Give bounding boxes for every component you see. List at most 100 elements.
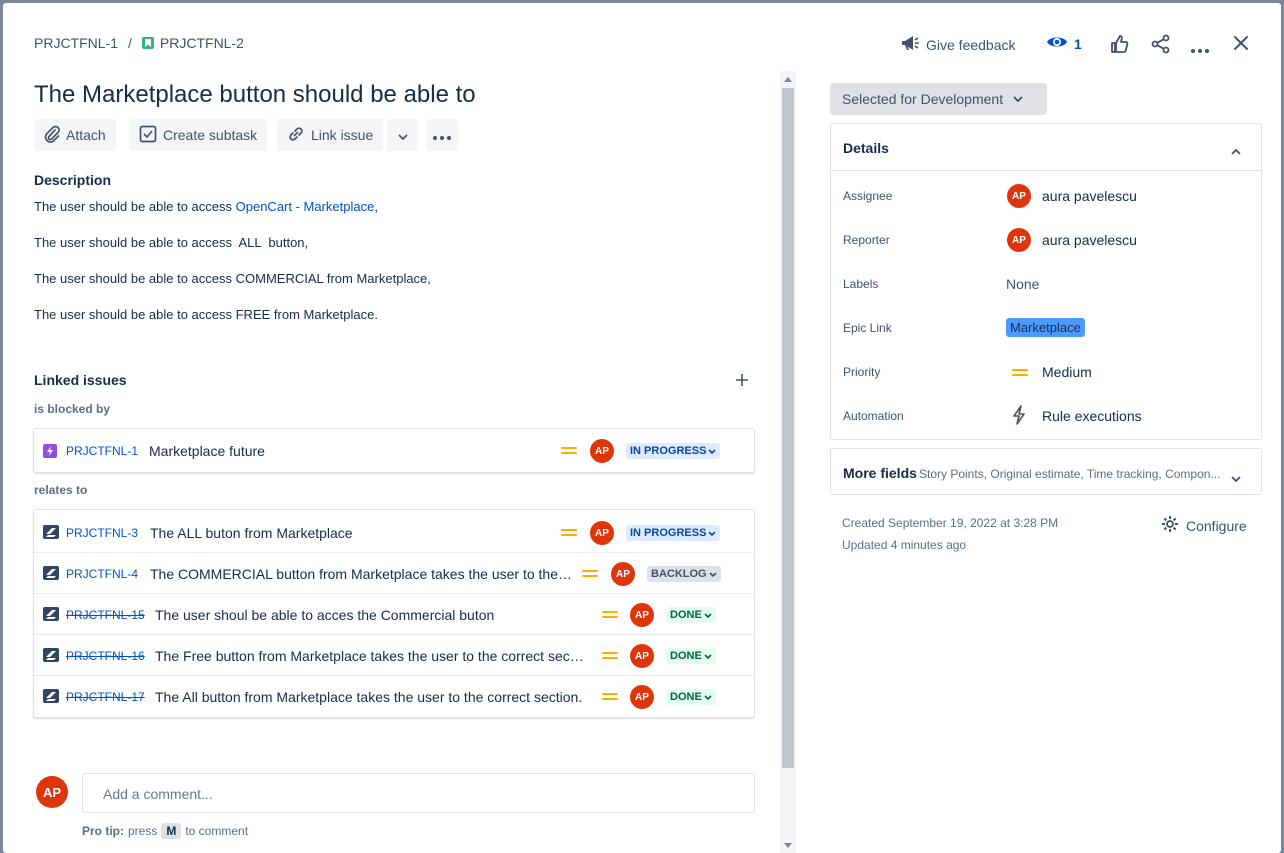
status-label: DONE bbox=[670, 650, 702, 662]
give-feedback-button[interactable]: Give feedback bbox=[900, 34, 1016, 55]
reporter-avatar[interactable]: AP bbox=[1007, 228, 1031, 252]
description-heading: Description bbox=[34, 172, 112, 188]
task-icon bbox=[43, 566, 59, 585]
link-issue-label: Link issue bbox=[311, 127, 374, 143]
breadcrumb-parent-link[interactable]: PRJCTFNL-1 bbox=[34, 35, 118, 51]
description-line-3: The user should be able to access COMMER… bbox=[34, 271, 431, 286]
status-dropdown-label: Selected for Development bbox=[842, 91, 1004, 107]
more-fields-panel[interactable]: More fields Story Points, Original estim… bbox=[830, 448, 1262, 495]
avatar[interactable]: AP bbox=[630, 644, 654, 668]
status-lozenge[interactable]: DONE bbox=[666, 607, 716, 623]
linked-issue-key[interactable]: PRJCTFNL-15 bbox=[66, 608, 145, 622]
configure-button[interactable]: Configure bbox=[1161, 515, 1247, 536]
status-label: IN PROGRESS bbox=[630, 445, 707, 457]
status-dropdown[interactable]: Selected for Development bbox=[830, 83, 1047, 115]
linked-issue-summary[interactable]: Marketplace future bbox=[149, 443, 549, 459]
keyboard-key: M bbox=[161, 823, 182, 839]
priority-value[interactable]: Medium bbox=[1042, 364, 1092, 380]
linked-issue-summary[interactable]: The All button from Marketplace takes th… bbox=[155, 689, 591, 705]
labels-value[interactable]: None bbox=[1006, 276, 1039, 292]
like-button[interactable] bbox=[1109, 34, 1129, 59]
linked-issue-key[interactable]: PRJCTFNL-1 bbox=[66, 444, 138, 458]
priority-medium-icon bbox=[602, 693, 618, 700]
chevron-down-icon bbox=[397, 127, 408, 143]
is-blocked-by-label: is blocked by bbox=[34, 402, 111, 416]
scrollbar[interactable] bbox=[780, 71, 796, 853]
gear-icon bbox=[1161, 515, 1179, 536]
linked-issue-key[interactable]: PRJCTFNL-17 bbox=[66, 690, 145, 704]
epic-link-lozenge[interactable]: Marketplace bbox=[1006, 318, 1085, 337]
priority-medium-icon bbox=[582, 570, 598, 577]
status-lozenge[interactable]: IN PROGRESS bbox=[626, 525, 721, 541]
assignee-value[interactable]: aura pavelescu bbox=[1042, 188, 1137, 204]
chevron-down-icon bbox=[708, 530, 716, 536]
issue-title[interactable]: The Marketplace button should be able to bbox=[34, 81, 476, 109]
status-lozenge[interactable]: DONE bbox=[666, 689, 716, 705]
create-subtask-label: Create subtask bbox=[163, 127, 258, 143]
add-comment-input[interactable]: Add a comment... bbox=[82, 773, 755, 813]
pro-tip-suffix: to comment bbox=[185, 824, 249, 838]
automation-value[interactable]: Rule executions bbox=[1042, 408, 1142, 424]
status-lozenge[interactable]: IN PROGRESS bbox=[626, 443, 721, 459]
status-lozenge[interactable]: BACKLOG bbox=[647, 566, 721, 582]
updated-timestamp: Updated 4 minutes ago bbox=[842, 538, 967, 552]
breadcrumb-separator: / bbox=[128, 35, 132, 51]
linked-issue-row[interactable]: PRJCTFNL-4 The COMMERCIAL button from Ma… bbox=[34, 552, 754, 593]
pro-tip-label: Pro tip: bbox=[82, 824, 124, 838]
reporter-value[interactable]: aura pavelescu bbox=[1042, 232, 1137, 248]
relates-to-label: relates to bbox=[34, 483, 88, 497]
link-issue-dropdown[interactable] bbox=[386, 119, 418, 151]
linked-issue-row[interactable]: PRJCTFNL-17 The All button from Marketpl… bbox=[34, 675, 754, 716]
linked-issue-key[interactable]: PRJCTFNL-3 bbox=[66, 526, 138, 540]
linked-issue-key[interactable]: PRJCTFNL-4 bbox=[66, 567, 138, 581]
linked-issue-key[interactable]: PRJCTFNL-16 bbox=[66, 649, 145, 663]
details-header[interactable]: Details bbox=[831, 124, 1261, 171]
linked-issue-row[interactable]: PRJCTFNL-15 The user shoul be able to ac… bbox=[34, 593, 754, 634]
status-lozenge[interactable]: DONE bbox=[666, 648, 716, 664]
priority-medium-icon bbox=[602, 652, 618, 659]
chevron-down-icon bbox=[708, 448, 716, 454]
avatar[interactable]: AP bbox=[611, 562, 635, 586]
more-actions-button[interactable] bbox=[1190, 41, 1210, 59]
avatar[interactable]: AP bbox=[590, 439, 614, 463]
link-issue-button[interactable]: Link issue bbox=[277, 119, 384, 151]
reporter-label: Reporter bbox=[843, 233, 890, 247]
pro-tip: Pro tip: press M to comment bbox=[82, 823, 248, 839]
avatar[interactable]: AP bbox=[630, 685, 654, 709]
create-subtask-button[interactable]: Create subtask bbox=[129, 119, 268, 151]
plus-icon bbox=[735, 374, 749, 391]
linked-issue-row[interactable]: PRJCTFNL-3 The ALL buton from Marketplac… bbox=[34, 511, 754, 552]
description-body[interactable]: The user should be able to access OpenCa… bbox=[34, 199, 754, 322]
subtask-icon bbox=[139, 125, 157, 146]
linked-issue-summary[interactable]: The COMMERCIAL button from Marketplace t… bbox=[150, 566, 572, 582]
link-icon bbox=[287, 125, 305, 146]
linked-issue-summary[interactable]: The user shoul be able to acces the Comm… bbox=[155, 607, 585, 623]
pro-tip-press: press bbox=[128, 824, 158, 838]
linked-issue-summary[interactable]: The Free button from Marketplace takes t… bbox=[155, 648, 587, 664]
breadcrumb-current-link[interactable]: PRJCTFNL-2 bbox=[141, 35, 244, 51]
opencart-marketplace-link[interactable]: OpenCart - Marketplace bbox=[236, 199, 375, 214]
chevron-down-icon bbox=[704, 653, 712, 659]
scroll-down-arrow[interactable] bbox=[780, 839, 796, 851]
megaphone-icon bbox=[900, 34, 920, 55]
attach-button[interactable]: Attach bbox=[34, 119, 116, 151]
linked-issue-row[interactable]: PRJCTFNL-1 Marketplace future AP IN PROG… bbox=[34, 430, 754, 471]
scroll-up-arrow[interactable] bbox=[780, 73, 796, 85]
linked-issue-row[interactable]: PRJCTFNL-16 The Free button from Marketp… bbox=[34, 634, 754, 675]
toolbar-more-button[interactable] bbox=[426, 119, 458, 151]
scrollbar-thumb[interactable] bbox=[782, 88, 794, 768]
assignee-avatar[interactable]: AP bbox=[1007, 184, 1031, 208]
avatar[interactable]: AP bbox=[630, 603, 654, 627]
avatar[interactable]: AP bbox=[590, 521, 614, 545]
share-icon bbox=[1151, 34, 1171, 58]
automation-label: Automation bbox=[843, 409, 904, 423]
watch-button[interactable]: 1 bbox=[1046, 34, 1082, 53]
add-linked-issue-button[interactable] bbox=[735, 373, 749, 392]
share-button[interactable] bbox=[1151, 34, 1171, 59]
close-button[interactable] bbox=[1233, 35, 1249, 56]
description-line-4: The user should be able to access FREE f… bbox=[34, 307, 378, 322]
chevron-up-icon[interactable] bbox=[1231, 142, 1241, 160]
more-icon bbox=[1190, 41, 1210, 58]
watchers-count: 1 bbox=[1074, 35, 1082, 52]
linked-issue-summary[interactable]: The ALL buton from Marketplace bbox=[150, 525, 550, 541]
